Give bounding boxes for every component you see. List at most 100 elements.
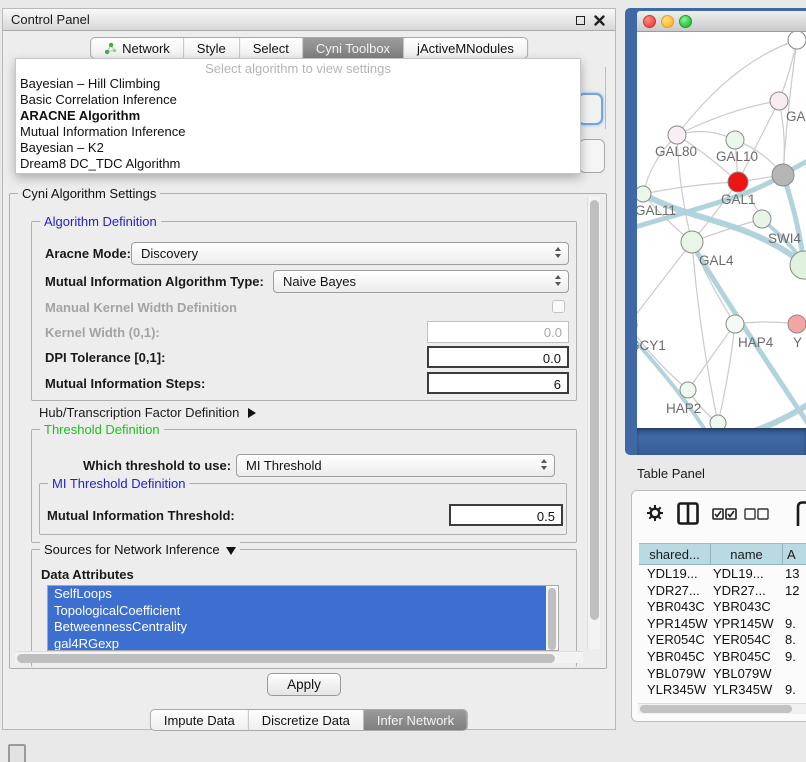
threshold-definition-title: Threshold Definition [40, 422, 164, 437]
column-header-name[interactable]: name [711, 543, 783, 565]
table-row[interactable]: YLR345WYLR345W9. [639, 682, 806, 699]
mi-steps-field[interactable]: 6 [427, 372, 569, 394]
network-window-titlebar[interactable] [637, 11, 806, 32]
control-panel: Control Panel Network Style Select Cyni … [2, 8, 616, 730]
close-panel-icon[interactable] [593, 14, 606, 27]
mi-threshold-label: Mutual Information Threshold: [47, 508, 235, 523]
table-row[interactable]: YBR045CYBR045C9. [639, 649, 806, 666]
node-label: GAL [786, 109, 806, 124]
network-node-gal10[interactable] [726, 131, 744, 149]
network-node-hap4[interactable] [726, 315, 744, 333]
table-row[interactable]: YBR043CYBR043C [639, 599, 806, 616]
table-cell: 8. [783, 632, 806, 649]
function-builder-icon[interactable] [796, 500, 806, 528]
application-root: Control Panel Network Style Select Cyni … [0, 0, 806, 762]
float-panel-icon[interactable] [574, 14, 587, 27]
network-node[interactable] [710, 415, 726, 428]
table-row[interactable]: YDR27...YDR27...12 [639, 583, 806, 600]
dpi-tolerance-label: DPI Tolerance [0,1]: [45, 350, 165, 365]
network-node-gal11[interactable] [637, 186, 651, 202]
network-node-swi4[interactable] [753, 210, 771, 228]
aracne-mode-select[interactable]: Discovery [131, 242, 569, 265]
scrollbar-thumb[interactable] [548, 588, 556, 650]
column-header-shared-name[interactable]: shared... [639, 543, 711, 565]
settings-horizontal-scrollbar[interactable] [15, 651, 583, 663]
algorithm-option[interactable]: Mutual Information Inference [16, 124, 580, 140]
collapsed-panel-icon[interactable] [8, 744, 26, 762]
network-node-gal4[interactable] [681, 231, 703, 253]
network-node-y[interactable] [788, 315, 806, 333]
table-cell: YDL19... [639, 566, 711, 583]
dpi-tolerance-field[interactable]: 0.0 [427, 346, 569, 368]
table-cell: 12 [783, 583, 806, 600]
select-all-checkboxes-icon[interactable] [712, 508, 737, 520]
node-label: GAL80 [655, 144, 697, 159]
table-horizontal-scrollbar[interactable] [638, 703, 806, 714]
algorithm-option[interactable]: Dream8 DC_TDC Algorithm [16, 156, 580, 172]
table-cell: YIL052C [711, 699, 783, 702]
which-threshold-value: MI Threshold [246, 458, 322, 473]
mi-type-label: Mutual Information Algorithm Type: [45, 274, 264, 289]
apply-button[interactable]: Apply [267, 673, 341, 696]
algorithm-option-selected[interactable]: ARACNE Algorithm [16, 108, 580, 124]
tab-network-label: Network [122, 41, 170, 56]
scrollbar-thumb[interactable] [640, 705, 792, 713]
which-threshold-select[interactable]: MI Threshold [236, 454, 555, 477]
network-canvas[interactable]: GALGAL80GAL10GAL11GAL1SWI4GAL4HAP4YGCY1H… [637, 32, 806, 428]
tab-jactivemnodules[interactable]: jActiveMNodules [404, 38, 527, 58]
algorithm-option[interactable]: Bayesian – Hill Climbing [16, 76, 580, 92]
tab-discretize-data[interactable]: Discretize Data [249, 710, 364, 730]
close-window-icon[interactable] [643, 15, 656, 28]
attribute-item-selected[interactable]: gal4RGexp [48, 636, 546, 652]
table-cell: 9. [783, 682, 806, 699]
tab-cyni-toolbox[interactable]: Cyni Toolbox [303, 38, 404, 58]
attribute-item-selected[interactable]: SelfLoops [48, 586, 546, 603]
kernel-width-field[interactable]: 0.0 [427, 321, 569, 343]
tab-style[interactable]: Style [184, 38, 240, 58]
tab-impute-data[interactable]: Impute Data [151, 710, 249, 730]
tab-cyni-toolbox-label: Cyni Toolbox [316, 41, 390, 56]
tab-network[interactable]: Network [91, 38, 184, 58]
cyni-mode-tabs: Impute Data Discretize Data Infer Networ… [150, 709, 468, 731]
scrollbar-thumb[interactable] [17, 654, 555, 663]
sources-group-title[interactable]: Sources for Network Inference [40, 542, 240, 557]
network-node[interactable] [728, 172, 748, 192]
network-node[interactable] [788, 32, 806, 49]
column-header-clipped[interactable]: A [783, 543, 806, 565]
settings-vertical-scrollbar[interactable] [587, 197, 600, 649]
table-row[interactable]: YIL052CYIL052C9 [639, 699, 806, 702]
algorithm-option[interactable]: Basic Correlation Inference [16, 92, 580, 108]
network-node-gal[interactable] [770, 92, 788, 110]
tab-infer-network[interactable]: Infer Network [364, 710, 467, 730]
network-node-gal80[interactable] [668, 126, 686, 144]
manual-kernel-checkbox[interactable] [552, 300, 565, 313]
column-view-icon[interactable] [677, 502, 699, 525]
scrollbar-thumb[interactable] [590, 200, 599, 620]
mi-type-select[interactable]: Naive Bayes [273, 270, 569, 293]
float-square-glyph [576, 16, 585, 25]
data-attributes-list[interactable]: SelfLoops TopologicalCoefficient Between… [47, 585, 559, 651]
zoom-window-icon[interactable] [679, 15, 692, 28]
hidden-control-fragment [579, 139, 605, 173]
panel-title: Control Panel [11, 12, 90, 27]
tab-select[interactable]: Select [240, 38, 303, 58]
deselect-checkboxes-icon[interactable] [744, 508, 769, 520]
attribute-item-selected[interactable]: TopologicalCoefficient [48, 603, 546, 620]
hub-definition-expander[interactable]: Hub/Transcription Factor Definition [39, 405, 256, 420]
which-threshold-label: Which threshold to use: [83, 458, 231, 473]
attributes-scrollbar[interactable] [546, 587, 557, 651]
table-row[interactable]: YDL19...YDL19...13 [639, 566, 806, 583]
mi-threshold-field[interactable]: 0.5 [449, 504, 563, 526]
attribute-item-selected[interactable]: BetweennessCentrality [48, 619, 546, 636]
minimize-window-icon[interactable] [661, 15, 674, 28]
table-row[interactable]: YER054CYER054C8. [639, 632, 806, 649]
node-label: GCY1 [637, 338, 666, 353]
network-view-window[interactable]: GALGAL80GAL10GAL11GAL1SWI4GAL4HAP4YGCY1H… [625, 8, 806, 455]
gear-icon[interactable] [646, 504, 664, 522]
network-node[interactable] [772, 164, 794, 186]
table-row[interactable]: YPR145WYPR145W9. [639, 616, 806, 633]
table-cell: 13 [783, 566, 806, 583]
algorithm-option[interactable]: Bayesian – K2 [16, 140, 580, 156]
table-row[interactable]: YBL079WYBL079W [639, 666, 806, 683]
network-node-hap2[interactable] [680, 382, 696, 398]
